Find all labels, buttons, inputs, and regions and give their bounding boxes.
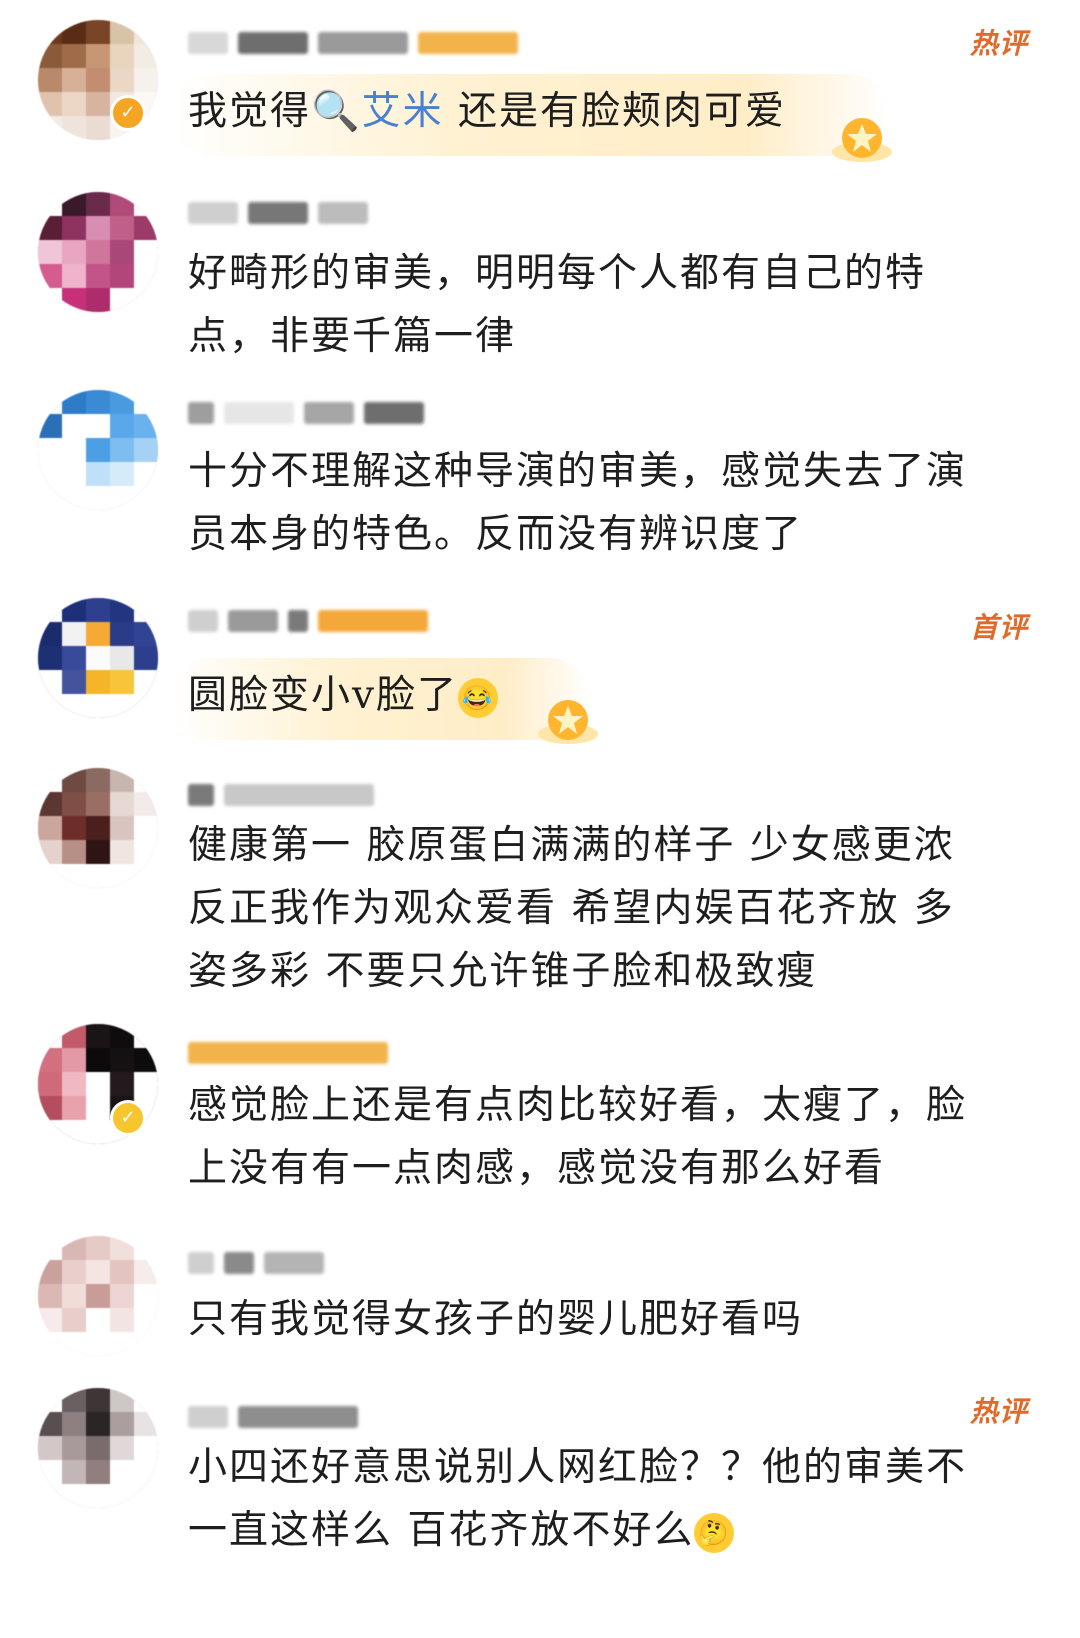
avatar[interactable] <box>38 598 158 718</box>
laughing-tears-emoji-icon: 😂 <box>458 678 499 718</box>
username-blurred[interactable] <box>188 400 424 426</box>
comment-text: 健康第一 胶原蛋白满满的样子 少女感更浓 反正我作为观众爱看 希望内娱百花齐放 … <box>188 823 955 994</box>
username-blurred[interactable] <box>188 200 368 226</box>
comment-text: 只有我觉得女孩子的婴儿肥好看吗 <box>188 1297 804 1342</box>
username-blurred[interactable] <box>188 1404 358 1430</box>
avatar[interactable] <box>38 390 158 510</box>
avatar[interactable] <box>38 1236 158 1356</box>
verified-badge-icon: ✓ <box>110 1100 146 1136</box>
username-blurred[interactable] <box>188 1040 388 1066</box>
search-icon: 🔍 <box>311 89 362 134</box>
star-medal-icon <box>832 118 892 162</box>
hot-comment-tag: 热评 <box>969 27 1028 60</box>
verified-badge-icon: ✓ <box>110 95 146 131</box>
comment-text: 好畸形的审美，明明每个人都有自己的特 点，非要千篇一律 <box>188 251 927 359</box>
hot-comment-tag: 热评 <box>969 1395 1028 1428</box>
avatar[interactable] <box>38 768 158 888</box>
comment-text: 我觉得🔍艾米 还是有脸颊肉可爱 <box>188 89 786 134</box>
comment-text: 圆脸变小v脸了 😂 <box>188 664 1048 727</box>
username-blurred[interactable] <box>188 608 428 634</box>
mention-link[interactable]: 🔍艾米 <box>311 89 444 134</box>
comment-text: 感觉脸上还是有点肉比较好看，太瘦了，脸 上没有有一点肉感，感觉没有那么好看 <box>188 1083 968 1191</box>
star-medal-icon <box>538 700 598 744</box>
username-blurred[interactable] <box>188 782 374 808</box>
username-blurred[interactable] <box>188 1250 324 1276</box>
avatar[interactable] <box>38 192 158 312</box>
first-comment-tag: 首评 <box>969 611 1028 644</box>
comment-text: 十分不理解这种导演的审美，感觉失去了演 员本身的特色。反而没有辨识度了 <box>188 449 968 557</box>
comment-text: 小四还好意思说别人网红脸？？他的审美不 一直这样么 百花齐放不好么 🤔 <box>188 1445 968 1553</box>
thinking-face-emoji-icon: 🤔 <box>694 1513 735 1553</box>
avatar[interactable] <box>38 1388 158 1508</box>
username-blurred[interactable] <box>188 30 518 56</box>
